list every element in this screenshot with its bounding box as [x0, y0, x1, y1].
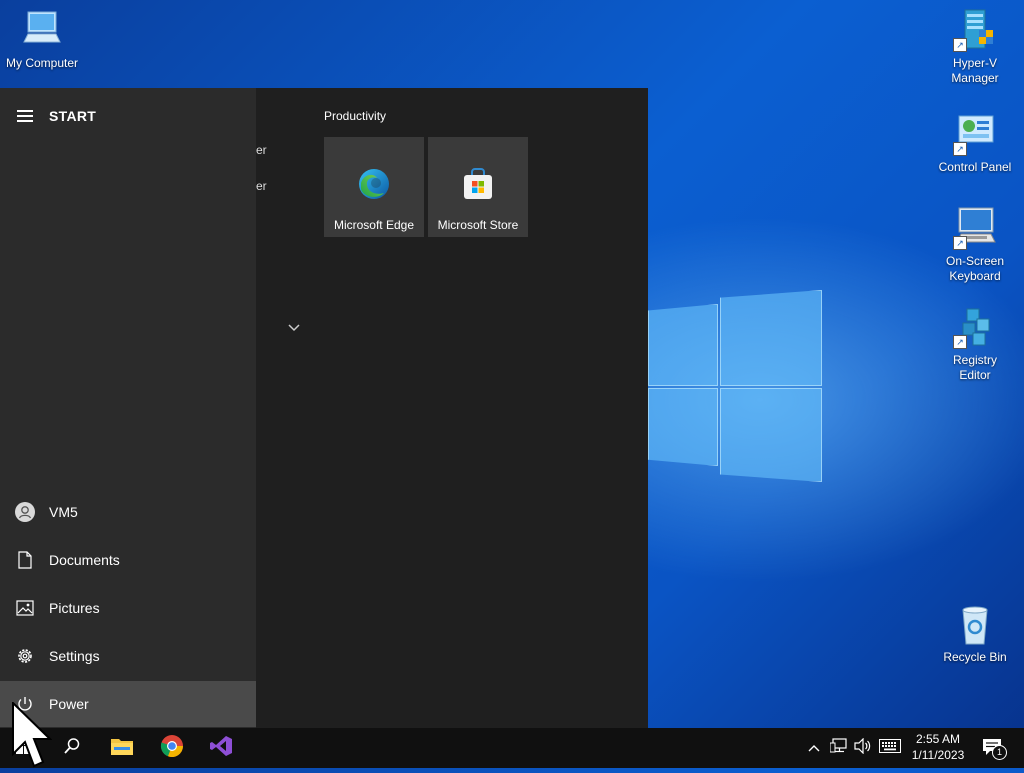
search-button[interactable]	[48, 728, 96, 768]
tile-group-title: Productivity	[324, 109, 387, 123]
pictures-icon	[0, 600, 49, 616]
desktop-icon-label-line1: Hyper-V	[952, 56, 997, 70]
desktop-icon-label-line2: Keyboard	[949, 269, 1001, 283]
rail-item-label: Documents	[49, 552, 120, 568]
file-explorer-icon	[110, 736, 134, 761]
shortcut-arrow-icon: ↗	[953, 236, 967, 250]
search-icon	[63, 737, 81, 760]
windows-logo-wallpaper	[648, 290, 822, 482]
desktop-icon-label-line1: Registry	[952, 353, 997, 367]
control-panel-icon: ↗	[953, 112, 997, 156]
keyboard-icon	[879, 738, 901, 758]
desktop-icon-label: Control Panel	[938, 160, 1012, 174]
desktop-icon-registry-editor[interactable]: ↗ Registry Editor	[933, 305, 1017, 383]
recycle-bin-icon	[953, 602, 997, 646]
desktop-icon-my-computer[interactable]: My Computer	[0, 8, 84, 71]
shortcut-arrow-icon: ↗	[953, 38, 967, 52]
start-menu: er er START VM5 Documents Pictures Setti…	[0, 88, 648, 728]
notification-count-badge: 1	[992, 745, 1007, 760]
visual-studio-button[interactable]	[197, 728, 245, 768]
action-center-icon: 1	[982, 738, 1007, 760]
rail-item-label: VM5	[49, 504, 78, 520]
document-icon	[0, 551, 49, 569]
file-explorer-button[interactable]	[98, 728, 146, 768]
volume-button[interactable]	[852, 728, 874, 768]
keyboard-app-icon: ↗	[953, 206, 997, 250]
desktop-icon-label: My Computer	[5, 56, 79, 70]
app-list-peek-text: er	[256, 179, 267, 193]
hyperv-manager-icon: ↗	[953, 8, 997, 52]
taskbar-clock[interactable]: 2:55 AM 1/11/2023	[904, 731, 972, 763]
rail-item-user[interactable]: VM5	[0, 489, 256, 535]
chrome-button[interactable]	[148, 728, 196, 768]
chevron-down-icon[interactable]	[288, 321, 300, 335]
shortcut-arrow-icon: ↗	[953, 142, 967, 156]
desktop-icon-label-line2: Manager	[951, 71, 999, 85]
rail-item-label: Settings	[49, 648, 100, 664]
gear-icon	[0, 647, 49, 665]
tile-microsoft-edge[interactable]: Microsoft Edge	[324, 137, 424, 237]
desktop-icon-control-panel[interactable]: ↗ Control Panel	[933, 112, 1017, 175]
edge-icon	[357, 167, 391, 201]
start-header: START	[0, 102, 256, 130]
clock-date: 1/11/2023	[911, 748, 965, 762]
visual-studio-icon	[209, 734, 233, 763]
volume-icon	[854, 737, 872, 759]
computer-icon	[20, 8, 64, 52]
tile-microsoft-store[interactable]: Microsoft Store	[428, 137, 528, 237]
rail-item-documents[interactable]: Documents	[0, 537, 256, 583]
shortcut-arrow-icon: ↗	[953, 335, 967, 349]
desktop-icon-on-screen-keyboard[interactable]: ↗ On-Screen Keyboard	[933, 206, 1017, 284]
rail-item-label: Pictures	[49, 600, 100, 616]
network-icon	[829, 737, 848, 759]
app-list-peek-text: er	[256, 143, 267, 157]
start-left-rail: START VM5 Documents Pictures Settings Po…	[0, 88, 256, 728]
desktop-icon-label-line2: Editor	[959, 368, 991, 382]
clock-time: 2:55 AM	[915, 732, 961, 746]
chevron-up-icon	[808, 739, 820, 757]
user-icon	[0, 502, 49, 522]
action-center-button[interactable]: 1	[976, 728, 1010, 768]
rail-item-pictures[interactable]: Pictures	[0, 585, 256, 631]
network-button[interactable]	[828, 728, 850, 768]
rail-item-label: Power	[49, 696, 89, 712]
tile-label: Microsoft Edge	[333, 218, 415, 232]
rail-item-settings[interactable]: Settings	[0, 633, 256, 679]
desktop-icon-label-line1: On-Screen	[945, 254, 1005, 268]
tile-label: Microsoft Store	[437, 218, 519, 232]
taskbar: 2:55 AM 1/11/2023 1	[0, 728, 1024, 768]
desktop-icon-hyperv-manager[interactable]: ↗ Hyper-V Manager	[933, 8, 1017, 86]
desktop-icon-label: Recycle Bin	[943, 650, 1007, 664]
mouse-cursor-icon	[12, 700, 53, 773]
chrome-icon	[160, 734, 184, 763]
registry-editor-icon: ↗	[953, 305, 997, 349]
hamburger-menu-icon[interactable]	[0, 115, 49, 117]
store-icon	[461, 167, 495, 201]
touch-keyboard-button[interactable]	[877, 728, 903, 768]
start-label: START	[49, 108, 97, 124]
show-hidden-icons-button[interactable]	[804, 728, 824, 768]
desktop-icon-recycle-bin[interactable]: Recycle Bin	[933, 602, 1017, 665]
